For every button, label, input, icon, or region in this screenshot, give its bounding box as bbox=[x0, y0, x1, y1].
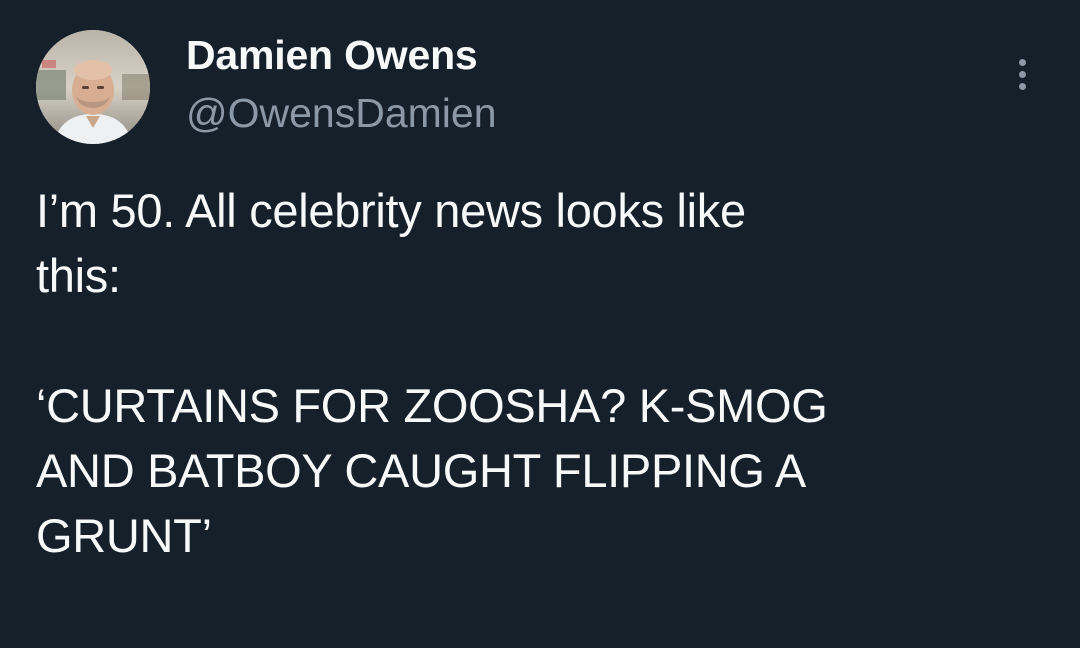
more-options-button[interactable] bbox=[1000, 52, 1044, 96]
tweet-author: Damien Owens @OwensDamien bbox=[186, 30, 497, 138]
author-handle[interactable]: @OwensDamien bbox=[186, 88, 497, 138]
author-display-name[interactable]: Damien Owens bbox=[186, 30, 497, 80]
tweet-text: I’m 50. All celebrity news looks like th… bbox=[36, 184, 828, 562]
avatar[interactable] bbox=[36, 30, 150, 144]
more-options-icon-dot bbox=[1018, 82, 1026, 90]
avatar-image bbox=[36, 30, 150, 144]
tweet: Damien Owens @OwensDamien I’m 50. All ce… bbox=[0, 0, 1080, 648]
more-options-icon-dot bbox=[1018, 70, 1026, 78]
more-options-icon bbox=[1018, 58, 1026, 66]
